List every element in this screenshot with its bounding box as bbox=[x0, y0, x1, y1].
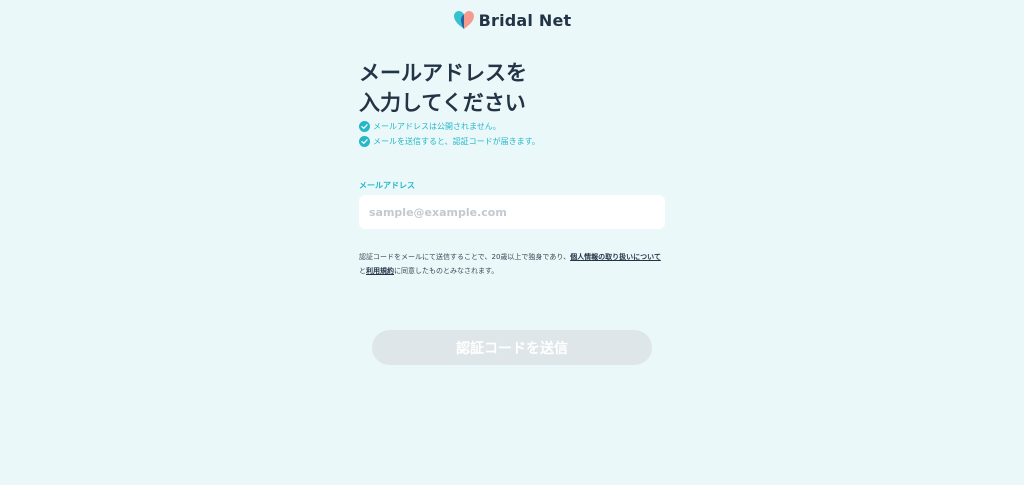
check-circle-icon bbox=[359, 121, 370, 132]
notes-list: メールアドレスは公開されません。 メールを送信すると、認証コードが届きます。 bbox=[359, 119, 665, 149]
send-code-button[interactable]: 認証コードを送信 bbox=[372, 330, 652, 365]
consent-text-after: に同意したものとみなされます。 bbox=[394, 267, 499, 275]
header: Bridal Net bbox=[0, 10, 1024, 30]
note-text: メールを送信すると、認証コードが届きます。 bbox=[373, 137, 540, 146]
terms-link[interactable]: 利用規約 bbox=[366, 267, 394, 275]
check-circle-icon bbox=[359, 136, 370, 147]
page-title-line-1: メールアドレスを bbox=[359, 61, 527, 85]
page-title-line-2: 入力してください bbox=[359, 91, 526, 115]
email-field[interactable] bbox=[359, 195, 665, 229]
consent-text-middle: と bbox=[359, 267, 366, 275]
page-title: メールアドレスを 入力してください bbox=[359, 58, 665, 118]
main-content: メールアドレスを 入力してください メールアドレスは公開されません。 メールを送… bbox=[359, 58, 665, 149]
consent-text: 認証コードをメールにて送信することで、20歳以上で独身であり、個人情報の取り扱い… bbox=[359, 250, 665, 278]
note-item: メールアドレスは公開されません。 bbox=[359, 119, 665, 134]
consent-text-before: 認証コードをメールにて送信することで、20歳以上で独身であり、 bbox=[359, 253, 571, 261]
note-item: メールを送信すると、認証コードが届きます。 bbox=[359, 134, 665, 149]
note-text: メールアドレスは公開されません。 bbox=[373, 122, 501, 131]
brand-name: Bridal Net bbox=[478, 10, 572, 30]
heart-logo-icon bbox=[453, 11, 474, 29]
privacy-policy-link[interactable]: 個人情報の取り扱いについて bbox=[570, 253, 661, 261]
email-label: メールアドレス bbox=[359, 181, 415, 190]
